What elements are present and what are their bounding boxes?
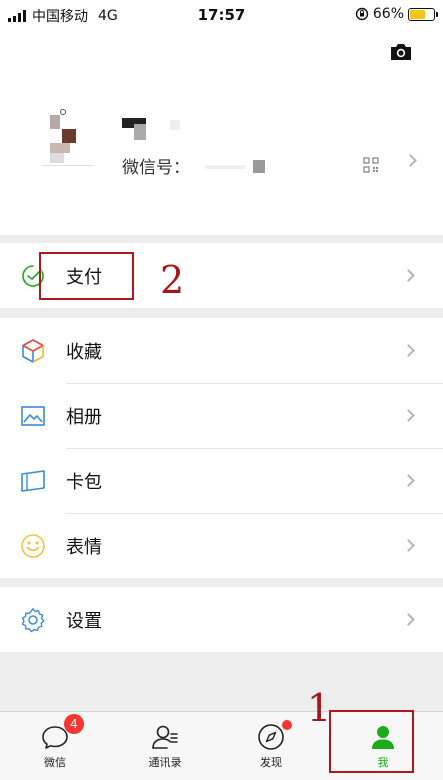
photo-album-icon xyxy=(21,406,45,426)
annotation-step-1: 1 xyxy=(307,686,332,730)
status-bar: 中国移动 4G 17:57 66% xyxy=(0,0,443,32)
menu-item-settings[interactable]: 设置 xyxy=(0,587,443,652)
rotation-lock-icon xyxy=(355,7,369,21)
menu-label-favorites: 收藏 xyxy=(66,341,102,363)
menu-label-cards: 卡包 xyxy=(66,471,102,493)
wechat-id-value xyxy=(205,160,270,174)
card-wallet-icon xyxy=(21,470,45,492)
chevron-right-icon xyxy=(402,269,415,282)
contacts-icon xyxy=(152,725,178,749)
menu-label-settings: 设置 xyxy=(66,610,102,632)
settings-group: 设置 xyxy=(0,587,443,652)
camera-icon[interactable] xyxy=(389,42,413,62)
unread-badge: 4 xyxy=(64,714,84,734)
menu-item-favorites[interactable]: 收藏 xyxy=(0,318,443,383)
chevron-right-icon xyxy=(402,344,415,357)
annotation-step-2: 2 xyxy=(160,258,185,302)
menu-item-stickers[interactable]: 表情 xyxy=(0,513,443,578)
profile-header[interactable]: 微信号： xyxy=(0,32,443,235)
tab-label-chats: 微信 xyxy=(44,756,66,769)
menu-label-album: 相册 xyxy=(66,406,102,428)
battery-icon xyxy=(408,7,438,21)
tab-contacts[interactable]: 通讯录 xyxy=(110,712,220,780)
avatar[interactable] xyxy=(32,105,104,177)
tab-label-contacts: 通讯录 xyxy=(148,756,182,769)
menu-label-stickers: 表情 xyxy=(66,536,102,558)
chevron-right-icon xyxy=(404,154,417,167)
gear-icon xyxy=(21,608,45,633)
chevron-right-icon xyxy=(402,539,415,552)
tab-label-discover: 发现 xyxy=(260,756,282,769)
annotation-box-me-tab xyxy=(329,710,414,773)
chevron-right-icon xyxy=(402,613,415,626)
tab-chats[interactable]: 微信 4 xyxy=(0,712,110,780)
chevron-right-icon xyxy=(402,474,415,487)
nickname xyxy=(122,114,182,140)
annotation-box-pay xyxy=(39,252,134,300)
new-content-dot xyxy=(282,720,292,730)
menu-item-album[interactable]: 相册 xyxy=(0,383,443,448)
wechat-id-label: 微信号： xyxy=(122,158,190,178)
favorites-cube-icon xyxy=(22,339,44,363)
qr-code-icon[interactable] xyxy=(363,157,379,173)
chevron-right-icon xyxy=(402,409,415,422)
battery-percent: 66% xyxy=(372,6,404,22)
tools-group: 收藏 相册 卡包 表情 xyxy=(0,318,443,578)
menu-item-cards[interactable]: 卡包 xyxy=(0,448,443,513)
smiley-icon xyxy=(21,534,45,558)
